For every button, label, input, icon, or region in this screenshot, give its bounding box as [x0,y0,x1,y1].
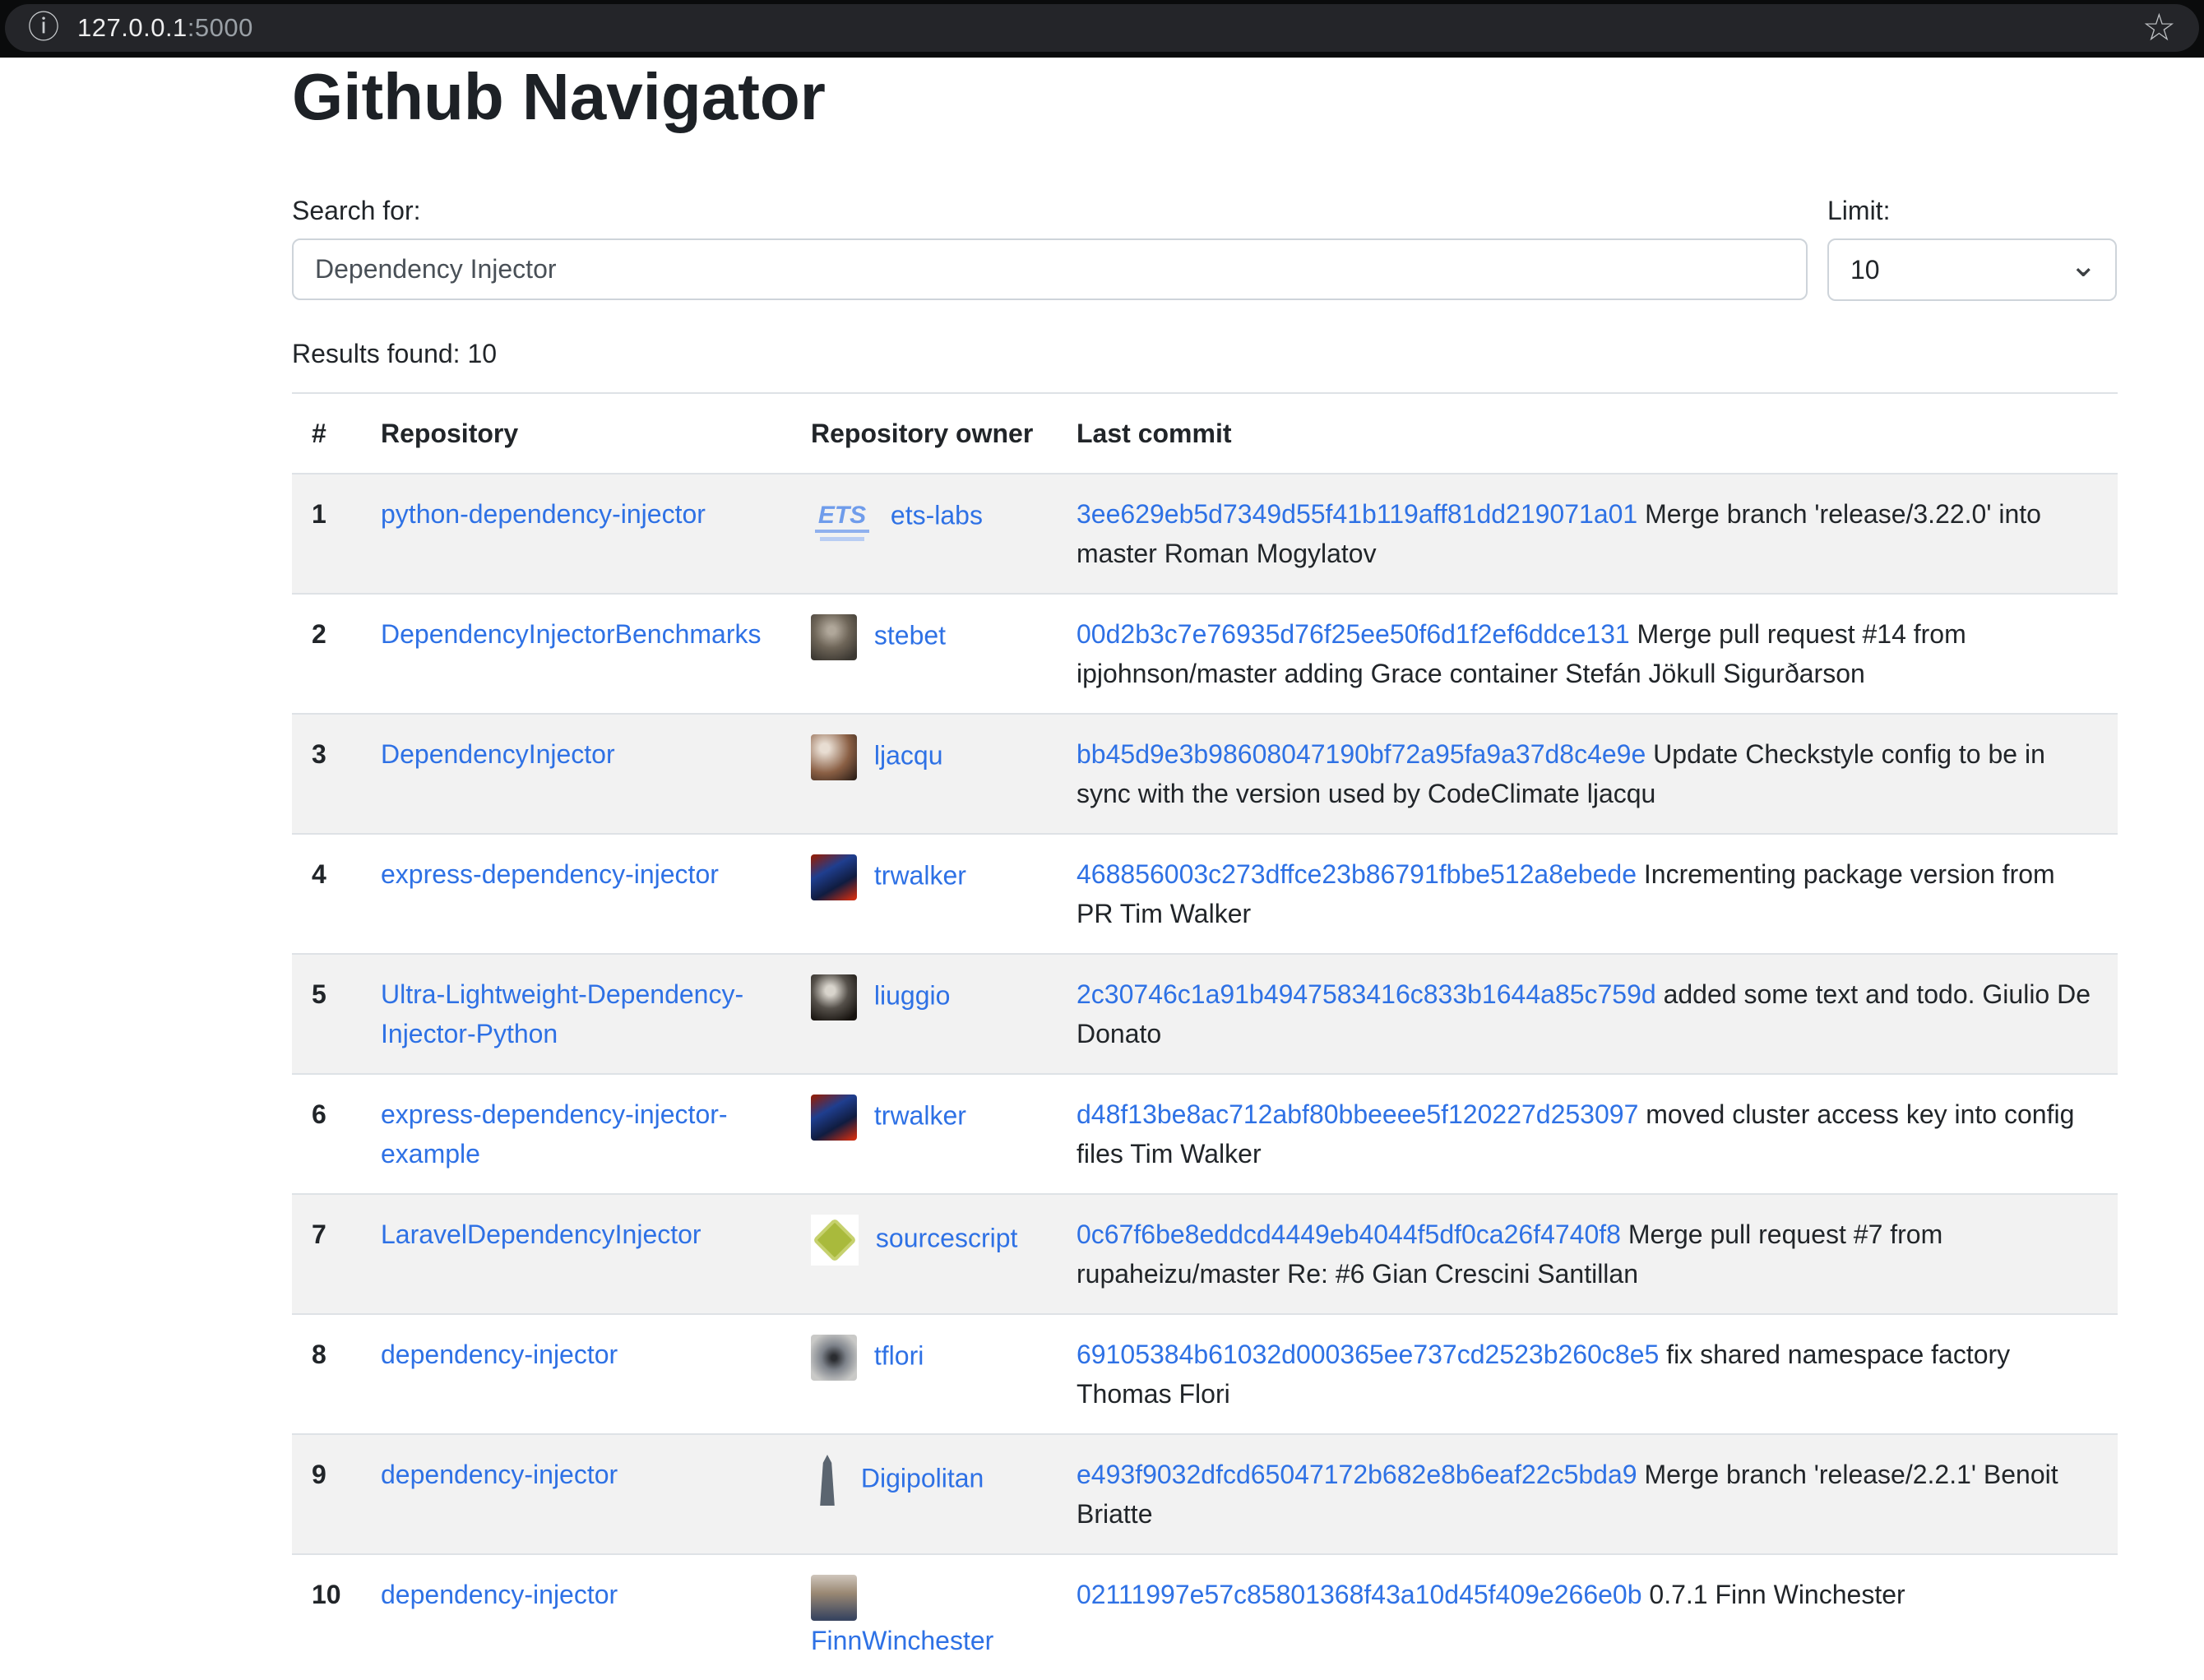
owner-link[interactable]: liuggio [874,980,951,1010]
owner-avatar [811,1095,857,1141]
commit-sha-link[interactable]: d48f13be8ac712abf80bbeeee5f120227d253097 [1077,1099,1638,1129]
repo-link[interactable]: python-dependency-injector [381,499,706,529]
repo-link[interactable]: express-dependency-injector-example [381,1099,728,1169]
owner-avatar [811,1575,857,1621]
table-body: 1 python-dependency-injector ETS ets-labs 3… [292,474,2118,1680]
owner-link[interactable]: stebet [874,620,946,650]
owner-link[interactable]: FinnWinchester [811,1626,993,1655]
repo-link[interactable]: dependency-injector [381,1340,618,1369]
repo-link[interactable]: dependency-injector [381,1580,618,1609]
owner-avatar [811,974,857,1020]
table-row: 6 express-dependency-injector-example trw… [292,1074,2118,1194]
repo-link[interactable]: express-dependency-injector [381,859,719,889]
commit-sha-link[interactable]: 00d2b3c7e76935d76f25ee50f6d1f2ef6ddce131 [1077,619,1630,649]
page-title: Github Navigator [292,59,826,135]
commit-sha-link[interactable]: 3ee629eb5d7349d55f41b119aff81dd219071a01 [1077,499,1637,529]
row-number: 10 [292,1554,361,1680]
owner-link[interactable]: ljacqu [874,740,943,770]
owner-link[interactable]: trwalker [874,1100,966,1130]
row-number: 2 [292,594,361,714]
owner-link[interactable]: Digipolitan [861,1463,984,1493]
table-row: 7 LaravelDependencyInjector sourcescript 0… [292,1194,2118,1314]
results-table: #RepositoryRepository ownerLast commit 1… [292,392,2118,1680]
bookmark-star-icon[interactable]: ☆ [2142,3,2176,51]
row-number: 5 [292,954,361,1074]
url-host: 127.0.0.1 [77,13,188,42]
owner-link[interactable]: tflori [874,1340,924,1370]
owner-avatar [811,854,857,900]
commit-sha-link[interactable]: 468856003c273dffce23b86791fbbe512a8ebede [1077,859,1637,889]
column-header-0: # [292,393,361,474]
repo-link[interactable]: LaravelDependencyInjector [381,1220,701,1249]
column-header-3: Last commit [1057,393,2118,474]
table-row: 8 dependency-injector tflori 69105384b6103… [292,1314,2118,1434]
owner-avatar [811,734,857,780]
table-row: 2 DependencyInjectorBenchmarks stebet 00d2… [292,594,2118,714]
commit-sha-link[interactable]: 02111997e57c85801368f43a10d45f409e266e0b [1077,1580,1642,1609]
limit-label: Limit: [1827,196,1890,226]
row-number: 8 [292,1314,361,1434]
limit-select[interactable]: 10 [1827,238,2117,301]
table-row: 10 dependency-injector FinnWinchester 0211… [292,1554,2118,1680]
row-number: 9 [292,1434,361,1554]
commit-message: 0.7.1 Finn Winchester [1649,1580,1905,1609]
table-row: 1 python-dependency-injector ETS ets-labs 3… [292,474,2118,594]
info-icon[interactable]: ⓘ [28,12,59,44]
owner-link[interactable]: sourcescript [876,1223,1018,1252]
row-number: 7 [292,1194,361,1314]
url-text[interactable]: 127.0.0.1:5000 [77,13,253,43]
search-input[interactable] [292,238,1808,300]
column-header-1: Repository [361,393,791,474]
commit-sha-link[interactable]: bb45d9e3b98608047190bf72a95fa9a37d8c4e9e [1077,739,1646,769]
commit-sha-link[interactable]: 69105384b61032d000365ee737cd2523b260c8e5 [1077,1340,1659,1369]
commit-sha-link[interactable]: 2c30746c1a91b4947583416c833b1644a85c759d [1077,979,1656,1009]
owner-avatar [811,614,857,660]
row-number: 3 [292,714,361,834]
owner-avatar [811,1455,844,1506]
owner-link[interactable]: ets-labs [891,500,983,530]
sourcescript-diamond-icon [813,1218,857,1262]
repo-link[interactable]: dependency-injector [381,1460,618,1489]
limit-select-wrap: 10 ⌄ [1827,238,2117,301]
ets-logo-text: ETS [815,502,869,533]
owner-link[interactable]: trwalker [874,860,966,890]
browser-url-bar[interactable]: ⓘ 127.0.0.1:5000 [5,4,2199,52]
url-port: :5000 [188,13,253,42]
table-header: #RepositoryRepository ownerLast commit [292,393,2118,474]
owner-avatar [811,1215,859,1266]
table-header-row: #RepositoryRepository ownerLast commit [292,393,2118,474]
repo-link[interactable]: DependencyInjector [381,739,615,769]
repo-link[interactable]: DependencyInjectorBenchmarks [381,619,761,649]
results-count: Results found: 10 [292,339,497,369]
table-row: 3 DependencyInjector ljacqu bb45d9e3b98608… [292,714,2118,834]
owner-avatar [811,1335,857,1381]
repo-link[interactable]: Ultra-Lightweight-Dependency-Injector-Py… [381,979,743,1048]
commit-sha-link[interactable]: 0c67f6be8eddcd4449eb4044f5df0ca26f4740f8 [1077,1220,1621,1249]
row-number: 6 [292,1074,361,1194]
table-row: 4 express-dependency-injector trwalker 468… [292,834,2118,954]
owner-avatar: ETS [811,494,873,540]
commit-sha-link[interactable]: e493f9032dfcd65047172b682e8b6eaf22c5bda9 [1077,1460,1637,1489]
column-header-2: Repository owner [791,393,1057,474]
table-row: 5 Ultra-Lightweight-Dependency-Injector-P… [292,954,2118,1074]
browser-top-bar: ⓘ 127.0.0.1:5000 ☆ [0,0,2204,58]
row-number: 1 [292,474,361,594]
search-label: Search for: [292,196,421,226]
table-row: 9 dependency-injector Digipolitan e493f903… [292,1434,2118,1554]
ets-logo-subline [820,537,864,541]
row-number: 4 [292,834,361,954]
